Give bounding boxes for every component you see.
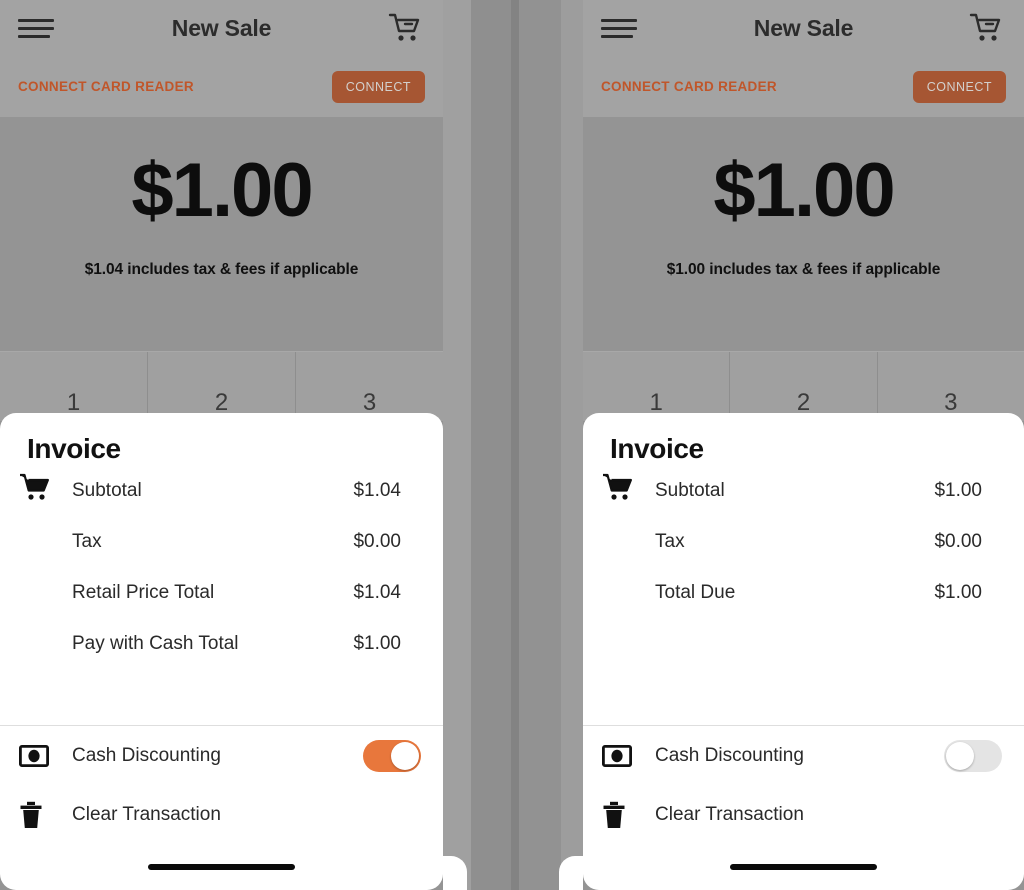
cash-bill-icon (602, 741, 636, 771)
trash-icon (19, 800, 53, 830)
sheet-spacer (0, 679, 443, 725)
toggle-knob (391, 741, 419, 770)
page-title: New Sale (171, 14, 272, 41)
keypad-key-1[interactable]: 1 (583, 352, 731, 421)
phone-panel-cash-discounting-on: New Sale CONNECT CARD READER CONNECT $1.… (0, 0, 443, 890)
toggle-knob (946, 741, 974, 770)
gap-shade (519, 0, 561, 890)
panel-gap (443, 0, 583, 890)
invoice-row-value: $0.00 (934, 530, 982, 552)
keypad-key-3[interactable]: 3 (296, 352, 443, 421)
invoice-row-value: $1.04 (353, 581, 401, 603)
navigation-bar: New Sale (583, 0, 1024, 56)
connect-button[interactable]: CONNECT (331, 70, 425, 103)
shopping-cart-remove-icon[interactable] (966, 8, 1006, 48)
sheet-spacer (583, 628, 1024, 725)
amount-value: $1.00 (713, 148, 895, 233)
gap-shade (561, 0, 583, 890)
invoice-row: Total Due $1.00 (583, 567, 1024, 618)
sheet-actions: Cash Discounting Clear Transaction (583, 726, 1024, 844)
cash-discounting-toggle[interactable] (363, 739, 421, 772)
invoice-title: Invoice (27, 433, 121, 464)
numeric-keypad: 1 2 3 (583, 351, 1024, 421)
keypad-key-1[interactable]: 1 (0, 352, 148, 421)
invoice-row-label: Tax (655, 530, 685, 552)
gap-seam (511, 0, 519, 890)
navigation-bar: New Sale (0, 0, 443, 56)
invoice-row: Subtotal $1.04 (0, 465, 443, 516)
invoice-row-value: $0.00 (353, 530, 401, 552)
clear-transaction-label: Clear Transaction (72, 803, 221, 825)
invoice-row: Pay with Cash Total $1.00 (0, 618, 443, 669)
invoice-row-value: $1.00 (353, 632, 401, 654)
home-indicator-area (0, 844, 443, 890)
amount-value: $1.00 (131, 148, 313, 233)
keypad-key-3[interactable]: 3 (877, 352, 1024, 421)
invoice-row-value: $1.00 (934, 581, 982, 603)
phone-panel-cash-discounting-off: New Sale CONNECT CARD READER CONNECT $1.… (583, 0, 1024, 890)
invoice-row-value: $1.00 (934, 479, 982, 501)
app-header-area: New Sale CONNECT CARD READER CONNECT (583, 0, 1024, 117)
hamburger-menu-icon[interactable] (601, 15, 637, 41)
invoice-row: Tax $0.00 (583, 516, 1024, 567)
card-reader-row: CONNECT CARD READER CONNECT (0, 56, 443, 117)
shopping-cart-icon (602, 473, 634, 503)
home-indicator[interactable] (148, 864, 295, 870)
clear-transaction-row[interactable]: Clear Transaction (0, 785, 443, 844)
invoice-row-label: Pay with Cash Total (72, 632, 239, 654)
invoice-row: Tax $0.00 (0, 516, 443, 567)
invoice-sheet: Invoice Subtotal $1.04 Tax $0.00 Retail … (0, 413, 443, 890)
cash-discounting-toggle[interactable] (944, 739, 1002, 772)
hamburger-menu-icon[interactable] (18, 15, 54, 41)
amount-display: $1.00 $1.04 includes tax & fees if appli… (0, 117, 443, 351)
amount-display: $1.00 $1.00 includes tax & fees if appli… (583, 117, 1024, 351)
shopping-cart-remove-icon[interactable] (385, 8, 425, 48)
app-header-area: New Sale CONNECT CARD READER CONNECT (0, 0, 443, 117)
invoice-row: Subtotal $1.00 (583, 465, 1024, 516)
keypad-key-2[interactable]: 2 (730, 352, 878, 421)
invoice-row-label: Tax (72, 530, 102, 552)
gap-shade (443, 0, 471, 890)
numeric-keypad: 1 2 3 (0, 351, 443, 421)
invoice-title: Invoice (610, 433, 704, 464)
card-reader-label: CONNECT CARD READER (601, 79, 777, 94)
invoice-row: Retail Price Total $1.04 (0, 567, 443, 618)
invoice-row-label: Subtotal (655, 479, 725, 501)
invoice-row-value: $1.04 (353, 479, 401, 501)
home-indicator-area (583, 844, 1024, 890)
page-title: New Sale (753, 14, 854, 41)
sheet-actions: Cash Discounting Clear Transaction (0, 726, 443, 844)
gap-shade (471, 0, 511, 890)
card-reader-label: CONNECT CARD READER (18, 79, 194, 94)
amount-note: $1.04 includes tax & fees if applicable (84, 261, 359, 278)
screenshot-stage: New Sale CONNECT CARD READER CONNECT $1.… (0, 0, 1024, 890)
shopping-cart-icon (19, 473, 51, 503)
cash-bill-icon (19, 741, 53, 771)
cash-discounting-label: Cash Discounting (72, 744, 221, 766)
gap-white-corner (559, 856, 583, 890)
invoice-sheet: Invoice Subtotal $1.00 Tax $0.00 Total D… (583, 413, 1024, 890)
cash-discounting-row[interactable]: Cash Discounting (0, 726, 443, 785)
cash-discounting-row[interactable]: Cash Discounting (583, 726, 1024, 785)
invoice-row-label: Retail Price Total (72, 581, 215, 603)
connect-button[interactable]: CONNECT (912, 70, 1006, 103)
clear-transaction-label: Clear Transaction (655, 803, 804, 825)
invoice-row-label: Subtotal (72, 479, 142, 501)
invoice-rows: Subtotal $1.04 Tax $0.00 Retail Price To… (0, 465, 443, 679)
gap-white-corner (443, 856, 467, 890)
trash-icon (602, 800, 636, 830)
cash-discounting-label: Cash Discounting (655, 744, 804, 766)
keypad-key-2[interactable]: 2 (148, 352, 296, 421)
home-indicator[interactable] (730, 864, 877, 870)
clear-transaction-row[interactable]: Clear Transaction (583, 785, 1024, 844)
invoice-row-label: Total Due (655, 581, 736, 603)
card-reader-row: CONNECT CARD READER CONNECT (583, 56, 1024, 117)
invoice-rows: Subtotal $1.00 Tax $0.00 Total Due $1.00 (583, 465, 1024, 628)
amount-note: $1.00 includes tax & fees if applicable (666, 261, 941, 278)
